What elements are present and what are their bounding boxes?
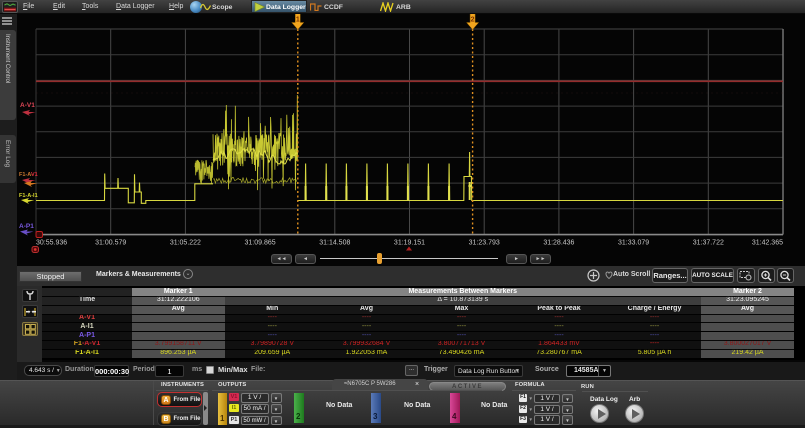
svg-text:30:55.936: 30:55.936 — [36, 240, 67, 247]
svg-text:1: 1 — [296, 17, 300, 24]
svg-text:A-V1: A-V1 — [20, 102, 35, 109]
svg-text:31:05.222: 31:05.222 — [170, 240, 201, 247]
svg-text:31:37.722: 31:37.722 — [693, 240, 724, 247]
svg-text:31:28.436: 31:28.436 — [543, 240, 574, 247]
svg-text:V1: V1 — [31, 172, 38, 178]
svg-text:F1-A-I1: F1-A-I1 — [19, 193, 38, 199]
svg-text:31:00.579: 31:00.579 — [95, 240, 126, 247]
svg-text:31:19.151: 31:19.151 — [394, 240, 425, 247]
svg-text:31:09.865: 31:09.865 — [245, 240, 276, 247]
svg-text:31:42.365: 31:42.365 — [752, 240, 783, 247]
svg-text:A-P1: A-P1 — [19, 223, 34, 230]
svg-text:2: 2 — [471, 17, 475, 24]
svg-text:31:23.793: 31:23.793 — [469, 240, 500, 247]
svg-text:31:33.079: 31:33.079 — [618, 240, 649, 247]
svg-text:31:14.508: 31:14.508 — [319, 240, 350, 247]
